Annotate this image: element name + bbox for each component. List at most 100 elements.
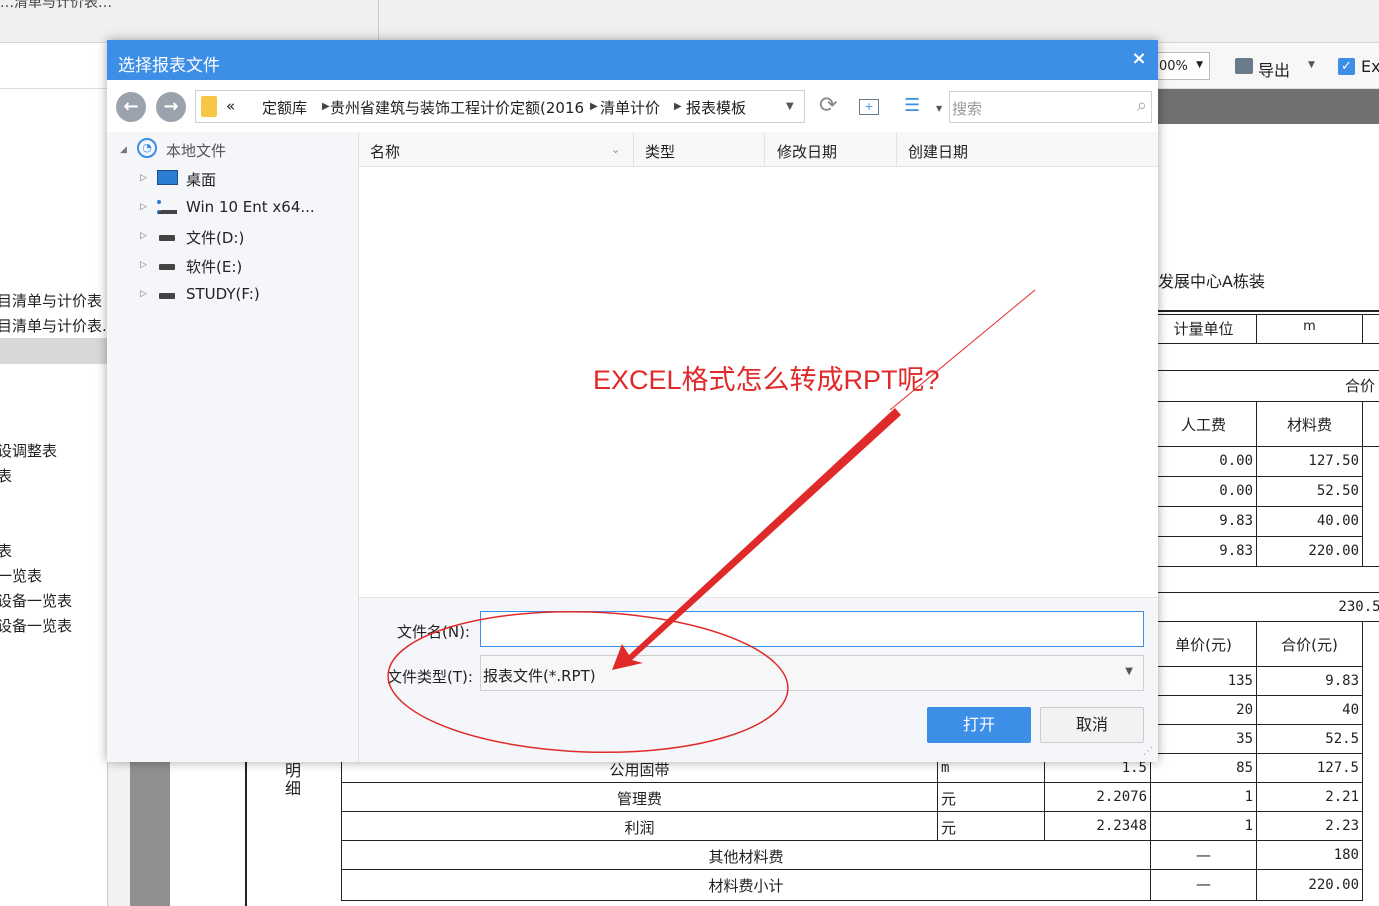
breadcrumb-separator-icon[interactable]: ▶	[590, 101, 598, 112]
unit-label-cell: 计量单位	[1150, 314, 1257, 344]
price-cell: 1	[1150, 782, 1257, 812]
tree-item-system-drive[interactable]: Win 10 Ent x64...	[186, 198, 315, 216]
left-item[interactable]: 设备一览表	[0, 615, 72, 636]
app-title-bar: …清单与计价表…	[0, 0, 1379, 43]
export-icon[interactable]	[1235, 58, 1253, 74]
detail-name-cell: 管理费	[341, 782, 938, 812]
dash-cell: —	[1150, 840, 1257, 870]
app-title: …清单与计价表…	[0, 0, 112, 11]
material-cell: 52.50	[1256, 476, 1363, 507]
left-item[interactable]: 表	[0, 540, 12, 561]
filetype-label: 文件类型(T):	[387, 668, 473, 686]
table-left-border	[245, 760, 247, 906]
material-cell: 40.00	[1256, 506, 1363, 537]
expand-arrow-icon[interactable]: ▷	[140, 260, 147, 270]
breadcrumb-item[interactable]: 定额库	[262, 97, 307, 118]
tree-item-drive-d[interactable]: 文件(D:)	[186, 227, 244, 248]
filetype-value: 报表文件(*.RPT)	[483, 667, 596, 685]
view-dropdown-icon[interactable]: ▼	[936, 104, 942, 113]
column-modified[interactable]: 修改日期	[777, 141, 837, 162]
left-item[interactable]: 表	[0, 465, 12, 486]
column-divider[interactable]	[896, 132, 897, 167]
refresh-icon[interactable]: ⟳	[819, 94, 837, 118]
column-divider[interactable]	[764, 132, 765, 167]
expand-arrow-icon[interactable]: ▷	[140, 231, 147, 241]
amount-header: 合价(元)	[1256, 621, 1363, 667]
address-bar[interactable]: « 定额库 ▶ 贵州省建筑与装饰工程计价定额(2016 ▶ 清单计价 ▶ 报表模…	[195, 90, 805, 123]
breadcrumb-item[interactable]: 贵州省建筑与装饰工程计价定额(2016	[330, 97, 590, 118]
project-title: 发展中心A栋装	[1158, 272, 1265, 291]
search-icon[interactable]: ⌕	[1137, 95, 1147, 116]
chevron-down-icon[interactable]: ▼	[1125, 666, 1133, 677]
unit-extra-cell	[1362, 314, 1379, 344]
new-folder-icon[interactable]: +	[859, 99, 879, 115]
search-input[interactable]: 搜索 ⌕	[949, 91, 1152, 123]
detail-unit-cell: 元	[937, 782, 1045, 812]
detail-side-label: 明细	[285, 761, 302, 798]
total-header-cell: 合价	[1150, 370, 1379, 402]
labor-cell: 9.83	[1150, 536, 1257, 567]
labor-cell: 9.83	[1150, 506, 1257, 537]
tree-item-drive-f[interactable]: STUDY(F:)	[186, 285, 260, 303]
report-margin-strip	[130, 760, 170, 906]
open-button[interactable]: 打开	[927, 707, 1031, 743]
expand-arrow-icon[interactable]: ▷	[140, 289, 147, 299]
column-name[interactable]: 名称	[370, 141, 400, 162]
left-item[interactable]: 设备一览表	[0, 590, 72, 611]
amount-cell: 9.83	[1256, 666, 1363, 696]
export-dropdown-icon[interactable]: ▼	[1308, 60, 1315, 70]
report-header-bar	[1158, 89, 1379, 124]
column-divider[interactable]	[633, 132, 634, 167]
resize-grip-icon[interactable]: ⋰	[1143, 746, 1153, 757]
tree-item-drive-e[interactable]: 软件(E:)	[186, 256, 242, 277]
left-item[interactable]: 目清单与计价表	[0, 290, 102, 311]
network-drive-icon	[157, 200, 177, 214]
expand-arrow-icon[interactable]: ▷	[140, 173, 147, 183]
blank-row	[1150, 566, 1379, 593]
left-selected-row	[0, 338, 108, 364]
sort-chevron-icon[interactable]: ⌄	[611, 143, 620, 156]
excel-label: Ex	[1361, 57, 1379, 76]
column-type[interactable]: 类型	[645, 141, 675, 162]
zoom-select[interactable]: 00% ▼	[1152, 52, 1210, 80]
breadcrumb-item[interactable]: 清单计价	[600, 97, 660, 118]
detail-name-cell: 利润	[341, 811, 938, 841]
file-list-header: 名称 ⌄ 类型 修改日期 创建日期	[359, 132, 1158, 167]
drive-icon	[159, 264, 175, 270]
desktop-icon	[157, 170, 178, 185]
cancel-button[interactable]: 取消	[1040, 707, 1144, 743]
left-item[interactable]: 目清单与计价表..	[0, 315, 112, 336]
price-cell: 20	[1150, 695, 1257, 725]
breadcrumb-separator-icon[interactable]: ▶	[674, 101, 682, 112]
breadcrumb-overflow[interactable]: «	[226, 97, 235, 115]
tree-root-local-files[interactable]: 本地文件	[166, 140, 226, 161]
filename-input[interactable]	[480, 611, 1144, 647]
folder-icon	[201, 96, 217, 117]
tree-item-desktop[interactable]: 桌面	[186, 169, 216, 190]
left-item[interactable]: 一览表	[0, 565, 42, 586]
labor-cell: 0.00	[1150, 476, 1257, 507]
left-panel-toolbar	[0, 43, 108, 89]
address-dropdown-icon[interactable]: ▼	[786, 101, 794, 112]
blank-row	[1150, 343, 1379, 371]
close-icon[interactable]: ×	[1127, 48, 1151, 72]
amount-cell: 52.5	[1256, 724, 1363, 754]
column-created[interactable]: 创建日期	[908, 141, 968, 162]
clock-icon: ◔	[137, 138, 157, 158]
breadcrumb-item[interactable]: 报表模板	[686, 97, 746, 118]
expand-arrow-icon[interactable]: ▷	[140, 202, 147, 212]
export-button[interactable]: 导出	[1258, 57, 1290, 81]
view-options-icon[interactable]: ☰	[904, 96, 924, 116]
left-panel	[0, 43, 108, 906]
left-item[interactable]: 设调整表	[0, 440, 57, 461]
search-placeholder: 搜索	[952, 100, 983, 118]
labor-header-cell: 人工费	[1150, 401, 1257, 447]
excel-checkbox[interactable]: ✓	[1338, 58, 1355, 75]
filetype-select[interactable]: 报表文件(*.RPT) ▼	[480, 655, 1144, 691]
forward-icon[interactable]: →	[156, 92, 186, 122]
material-cell: 127.50	[1256, 446, 1363, 477]
breadcrumb-separator-icon[interactable]: ▶	[322, 101, 330, 112]
dialog-title-bar[interactable]: 选择报表文件	[107, 40, 1158, 80]
collapse-arrow-icon[interactable]: ◢	[120, 145, 127, 155]
back-icon[interactable]: ←	[116, 92, 146, 122]
